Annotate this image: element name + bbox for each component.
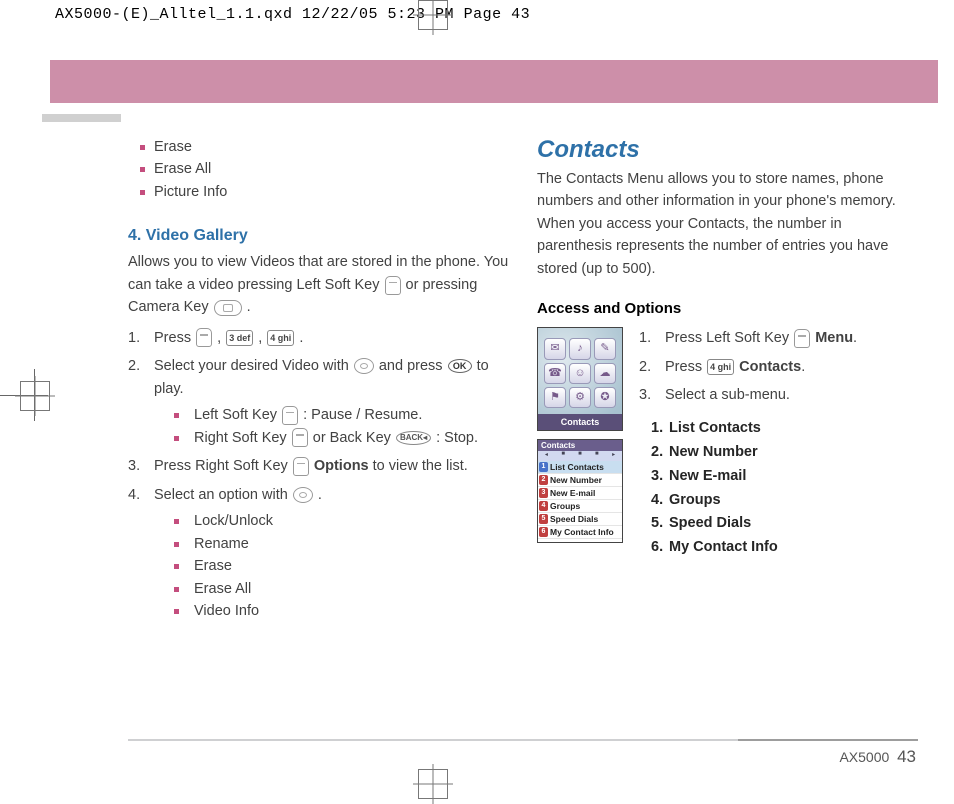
- submenu-item: Speed Dials: [651, 512, 918, 536]
- list-item: Erase: [182, 555, 509, 577]
- text-bold: Options: [314, 458, 369, 474]
- ok-key-icon: OK: [448, 359, 472, 373]
- submenu-item: New E-mail: [651, 465, 918, 489]
- list-item: Rename: [182, 533, 509, 555]
- steps-list: Press Left Soft Key Menu. Press 4 ghi Co…: [639, 327, 918, 406]
- steps-list: Press , 3 def , 4 ghi . Select your desi…: [128, 327, 509, 623]
- list-item: Right Soft Key or Back Key BACK◂ : Stop.: [182, 427, 509, 449]
- text: .: [853, 330, 857, 346]
- nav-key-icon: [293, 487, 313, 503]
- step-item: Press Right Soft Key Options to view the…: [128, 455, 509, 477]
- text: ,: [213, 330, 225, 346]
- intro-paragraph: The Contacts Menu allows you to store na…: [537, 168, 918, 280]
- step-item: Select a sub-menu.: [639, 384, 918, 406]
- subsection-heading: Access and Options: [537, 300, 918, 317]
- right-soft-key-icon: [293, 457, 309, 476]
- text: Left Soft Key: [194, 407, 281, 423]
- screenshot-row: 4Groups: [538, 500, 622, 513]
- text: Press: [665, 359, 706, 375]
- text-bold: Menu: [815, 330, 853, 346]
- text: .: [295, 330, 303, 346]
- text: or Back Key: [313, 430, 395, 446]
- step-item: Select your desired Video with and press…: [128, 355, 509, 449]
- right-soft-key-icon: [292, 428, 308, 447]
- sub-bullets: Left Soft Key : Pause / Resume. Right So…: [162, 404, 509, 449]
- nav-key-icon: [354, 358, 374, 374]
- text: ,: [254, 330, 266, 346]
- step-item: Press Left Soft Key Menu.: [639, 327, 918, 349]
- submenu-item: My Contact Info: [651, 536, 918, 560]
- bottom-registration-mark: [418, 769, 448, 799]
- screenshot-header: Contacts: [538, 440, 622, 451]
- text: Select an option with: [154, 487, 292, 503]
- footer-rule: [128, 739, 918, 741]
- list-item: Picture Info: [148, 181, 509, 203]
- left-soft-key-icon: [282, 406, 298, 425]
- step-item: Select an option with . Lock/Unlock Rena…: [128, 484, 509, 623]
- text: and press: [379, 358, 447, 374]
- left-soft-key-icon: [196, 328, 212, 347]
- sub-bullets: Lock/Unlock Rename Erase Erase All Video…: [162, 510, 509, 622]
- header-accent: [42, 114, 121, 122]
- list-item: Erase All: [182, 578, 509, 600]
- section-heading: 4. Video Gallery: [128, 227, 509, 245]
- left-soft-key-icon: [794, 329, 810, 348]
- text: to view the list.: [373, 458, 468, 474]
- text: Select your desired Video with: [154, 358, 353, 374]
- top-registration-mark: [418, 0, 448, 30]
- text: .: [247, 299, 251, 315]
- text: Press: [154, 330, 195, 346]
- text: .: [318, 487, 322, 503]
- top-bullet-list: Erase Erase All Picture Info: [128, 136, 509, 203]
- list-item: Lock/Unlock: [182, 510, 509, 532]
- phone-screenshots: ✉♪✎ ☎☺☁ ⚑⚙✪ Contacts Contacts ◂■■■▸ 1Lis…: [537, 327, 625, 551]
- screenshot-row: 6My Contact Info: [538, 526, 622, 539]
- left-soft-key-icon: [385, 276, 401, 295]
- screenshot-label: Contacts: [538, 414, 622, 430]
- screenshot-row: 3New E-mail: [538, 487, 622, 500]
- key-3def-icon: 3 def: [226, 330, 253, 346]
- column-right: Contacts The Contacts Menu allows you to…: [537, 136, 918, 739]
- screenshot-row: 1List Contacts: [538, 461, 622, 474]
- left-crop-mark: [0, 369, 48, 421]
- key-4ghi-icon: 4 ghi: [267, 330, 294, 346]
- submenu-item: New Number: [651, 441, 918, 465]
- screenshot-icon-grid: ✉♪✎ ☎☺☁ ⚑⚙✪ Contacts: [537, 327, 623, 431]
- submenu-item: List Contacts: [651, 417, 918, 441]
- text: .: [801, 359, 805, 375]
- list-item: Erase: [148, 136, 509, 158]
- step-item: Press 4 ghi Contacts.: [639, 356, 918, 378]
- text: : Pause / Resume.: [303, 407, 422, 423]
- print-slug: AX5000-(E)_Alltel_1.1.qxd 12/22/05 5:23 …: [55, 6, 530, 23]
- list-item: Left Soft Key : Pause / Resume.: [182, 404, 509, 426]
- text-bold: Contacts: [739, 359, 801, 375]
- submenu-item: Groups: [651, 489, 918, 513]
- intro-paragraph: Allows you to view Videos that are store…: [128, 251, 509, 318]
- list-item: Erase All: [148, 158, 509, 180]
- screenshot-list-view: Contacts ◂■■■▸ 1List Contacts2New Number…: [537, 439, 623, 543]
- screenshot-row: 2New Number: [538, 474, 622, 487]
- header-bar: [50, 60, 938, 103]
- page-footer: AX5000 43: [839, 747, 916, 767]
- submenu-list: List Contacts New Number New E-mail Grou…: [639, 417, 918, 561]
- model-number: AX5000: [839, 749, 889, 765]
- text: Right Soft Key: [194, 430, 291, 446]
- camera-key-icon: [214, 300, 242, 316]
- column-left: Erase Erase All Picture Info 4. Video Ga…: [128, 136, 509, 739]
- step-item: Press , 3 def , 4 ghi .: [128, 327, 509, 349]
- back-key-icon: BACK◂: [396, 431, 431, 445]
- text: : Stop.: [436, 430, 478, 446]
- chapter-title: Contacts: [537, 136, 918, 164]
- key-4ghi-icon: 4 ghi: [707, 359, 734, 375]
- screenshot-row: 5Speed Dials: [538, 513, 622, 526]
- text: Press Right Soft Key: [154, 458, 292, 474]
- text: Press Left Soft Key: [665, 330, 793, 346]
- list-item: Video Info: [182, 600, 509, 622]
- page-number: 43: [897, 747, 916, 766]
